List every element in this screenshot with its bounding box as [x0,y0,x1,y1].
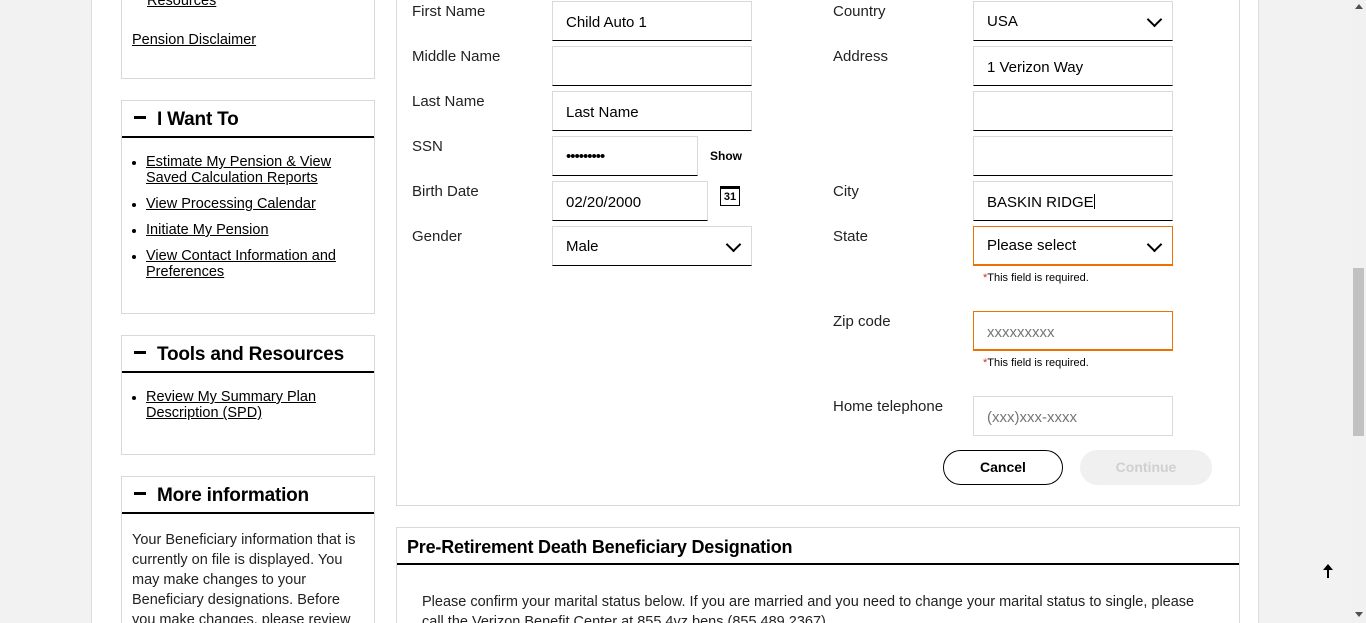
collapse-icon[interactable] [134,351,146,354]
birth-date-input[interactable]: 02/20/2000 [552,181,708,221]
address-line3-input[interactable] [973,136,1173,176]
country-label: Country [833,3,886,20]
ssn-input[interactable]: ••••••••• [552,136,698,176]
pension-disclaimer-link[interactable]: Pension Disclaimer [132,32,256,48]
collapse-icon[interactable] [134,116,146,119]
collapse-icon[interactable] [134,492,146,495]
state-label: State [833,228,869,245]
list-item: View Processing Calendar [146,196,336,212]
home-phone-label: Home telephone [833,398,944,415]
scroll-up-arrow-icon[interactable] [1355,4,1363,9]
i-want-to-list: Estimate My Pension & ViewSaved Calculat… [146,154,336,290]
continue-button[interactable]: Continue [1080,450,1212,485]
state-error: *This field is required. [983,272,1089,284]
chevron-down-icon [1146,236,1163,253]
resources-link[interactable]: Resources [147,0,216,9]
estimate-pension-link[interactable]: Estimate My Pension & View Saved Calculat… [146,154,331,186]
page-scrollbar[interactable] [1351,0,1366,623]
ssn-label: SSN [412,138,443,155]
section-text: Please confirm your marital status below… [422,594,1195,623]
first-name-label: First Name [412,3,486,20]
more-info-header[interactable]: More information [122,477,374,514]
address-label: Address [833,48,889,65]
pre-retirement-section: Pre-Retirement Death Beneficiary Designa… [396,527,1240,623]
country-select[interactable]: USA [973,1,1173,41]
home-phone-input[interactable]: (xxx)xxx-xxxx [973,396,1173,436]
i-want-to-panel: I Want To Estimate My Pension & ViewSave… [121,100,375,314]
list-item: Estimate My Pension & ViewSaved Calculat… [146,154,336,186]
last-name-label: Last Name [412,93,485,110]
section-title: Pre-Retirement Death Beneficiary Designa… [407,537,793,557]
first-name-input[interactable]: Child Auto 1 [552,1,752,41]
tools-list: Review My Summary PlanDescription (SPD) [146,389,316,431]
city-input[interactable]: BASKIN RIDGE [973,181,1173,221]
address-line2-input[interactable] [973,91,1173,131]
more-info-title: More information [157,485,309,506]
tools-title: Tools and Resources [157,344,344,365]
ssn-show-button[interactable]: Show [710,149,742,163]
arrow-up-icon [1322,563,1333,578]
zip-error: *This field is required. [983,357,1089,369]
tools-header[interactable]: Tools and Resources [122,336,374,373]
section-header: Pre-Retirement Death Beneficiary Designa… [397,528,1239,565]
list-item: Review My Summary PlanDescription (SPD) [146,389,316,421]
page-container: Resources Pension Disclaimer I Want To E… [91,0,1259,623]
middle-name-input[interactable] [552,46,752,86]
spd-link[interactable]: Review My Summary Plan Description (SPD) [146,389,316,421]
i-want-to-title: I Want To [157,109,239,130]
list-item: View Contact Information andPreferences [146,248,336,280]
last-name-input[interactable]: Last Name [552,91,752,131]
list-item: Initiate My Pension [146,222,336,238]
city-label: City [833,183,859,200]
address-line1-input[interactable]: 1 Verizon Way [973,46,1173,86]
gender-select[interactable]: Male [552,226,752,266]
sidebar-links-panel: Resources Pension Disclaimer [121,0,375,79]
more-info-panel: More information Your Beneficiary inform… [121,476,375,623]
state-select[interactable]: Please select [973,226,1173,266]
i-want-to-header[interactable]: I Want To [122,101,374,138]
chevron-down-icon [725,236,742,253]
zip-label: Zip code [833,313,891,330]
more-info-text: Your Beneficiary information that is cur… [132,532,356,623]
contact-info-link[interactable]: View Contact Information and Preferences [146,248,336,280]
back-to-top-button[interactable] [1306,547,1349,595]
tools-panel: Tools and Resources Review My Summary Pl… [121,335,375,455]
initiate-pension-link[interactable]: Initiate My Pension [146,222,269,238]
cancel-button[interactable]: Cancel [943,450,1063,485]
beneficiary-form-panel: First Name Child Auto 1 Middle Name Last… [396,0,1240,506]
middle-name-label: Middle Name [412,48,501,65]
gender-label: Gender [412,228,463,245]
calendar-icon[interactable]: 31 [720,186,740,206]
scrollbar-thumb[interactable] [1353,268,1364,436]
chevron-down-icon [1146,11,1163,28]
scroll-down-arrow-icon[interactable] [1355,612,1363,617]
processing-calendar-link[interactable]: View Processing Calendar [146,196,316,212]
birth-date-label: Birth Date [412,183,479,200]
zip-input[interactable]: xxxxxxxxx [973,311,1173,351]
